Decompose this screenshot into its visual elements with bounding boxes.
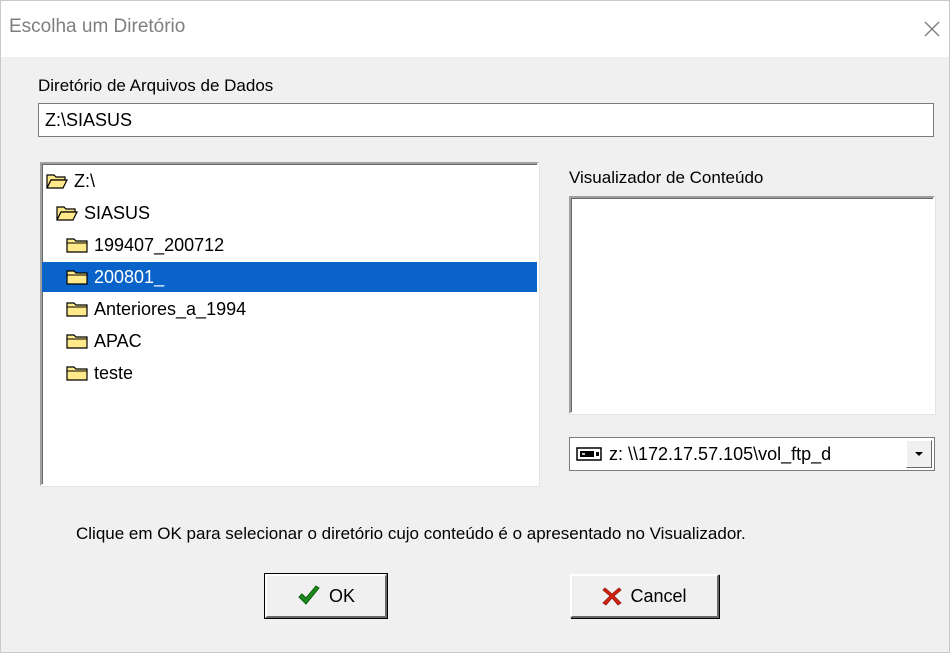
instruction-text: Clique em OK para selecionar o diretório… xyxy=(76,524,746,543)
tree-item-label: APAC xyxy=(94,330,142,351)
drive-select[interactable]: z: \\172.17.57.105\vol_ftp_d xyxy=(569,437,935,471)
folder-icon xyxy=(66,364,88,382)
tree-item-label: 200801_ xyxy=(94,266,165,287)
close-icon xyxy=(924,21,940,37)
tree-item[interactable]: 200801_ xyxy=(42,262,537,292)
cancel-button[interactable]: Cancel xyxy=(570,574,719,618)
folder-icon xyxy=(66,332,88,350)
cancel-button-label: Cancel xyxy=(630,585,687,606)
viewer-label: Visualizador de Conteúdo xyxy=(569,168,764,187)
tree-item[interactable]: teste xyxy=(42,358,139,388)
tree-item-label: 199407_200712 xyxy=(94,234,225,255)
ok-button-label: OK xyxy=(328,585,355,606)
tree-item-label: teste xyxy=(94,362,134,383)
open-folder-icon xyxy=(46,172,68,190)
data-dir-input[interactable]: Z:\SIASUS xyxy=(38,103,934,137)
directory-tree[interactable]: Z:\ SIASUS 199407_200712 200801_ Anteriores_… xyxy=(40,162,539,486)
drive-select-value: z: \\172.17.57.105\vol_ftp_d xyxy=(609,443,832,464)
tree-item[interactable]: SIASUS xyxy=(42,198,156,228)
tree-item[interactable]: APAC xyxy=(42,326,148,356)
content-viewer[interactable] xyxy=(569,196,935,414)
tree-item[interactable]: Z:\ xyxy=(42,166,101,196)
title-bar: Escolha um Diretório xyxy=(1,1,949,57)
folder-icon xyxy=(66,236,88,254)
tree-item-label: Anteriores_a_1994 xyxy=(94,298,247,319)
x-cross-icon xyxy=(602,586,623,606)
checkmark-icon xyxy=(297,585,321,607)
window-title: Escolha um Diretório xyxy=(9,16,186,37)
ok-button[interactable]: OK xyxy=(264,573,388,619)
tree-item-label: Z:\ xyxy=(74,170,95,191)
close-button[interactable] xyxy=(915,11,949,47)
chevron-down-icon xyxy=(915,452,923,456)
tree-item[interactable]: 199407_200712 xyxy=(42,230,230,260)
tree-item[interactable]: Anteriores_a_1994 xyxy=(42,294,252,324)
folder-icon xyxy=(66,268,88,286)
folder-icon xyxy=(66,300,88,318)
network-drive-icon xyxy=(576,446,602,462)
dropdown-arrow-button[interactable] xyxy=(906,440,932,468)
tree-item-label: SIASUS xyxy=(84,202,151,223)
data-dir-label: Diretório de Arquivos de Dados xyxy=(38,76,274,95)
open-folder-icon xyxy=(56,204,78,222)
choose-directory-dialog: Escolha um Diretório Diretório de Arquiv… xyxy=(0,0,950,653)
